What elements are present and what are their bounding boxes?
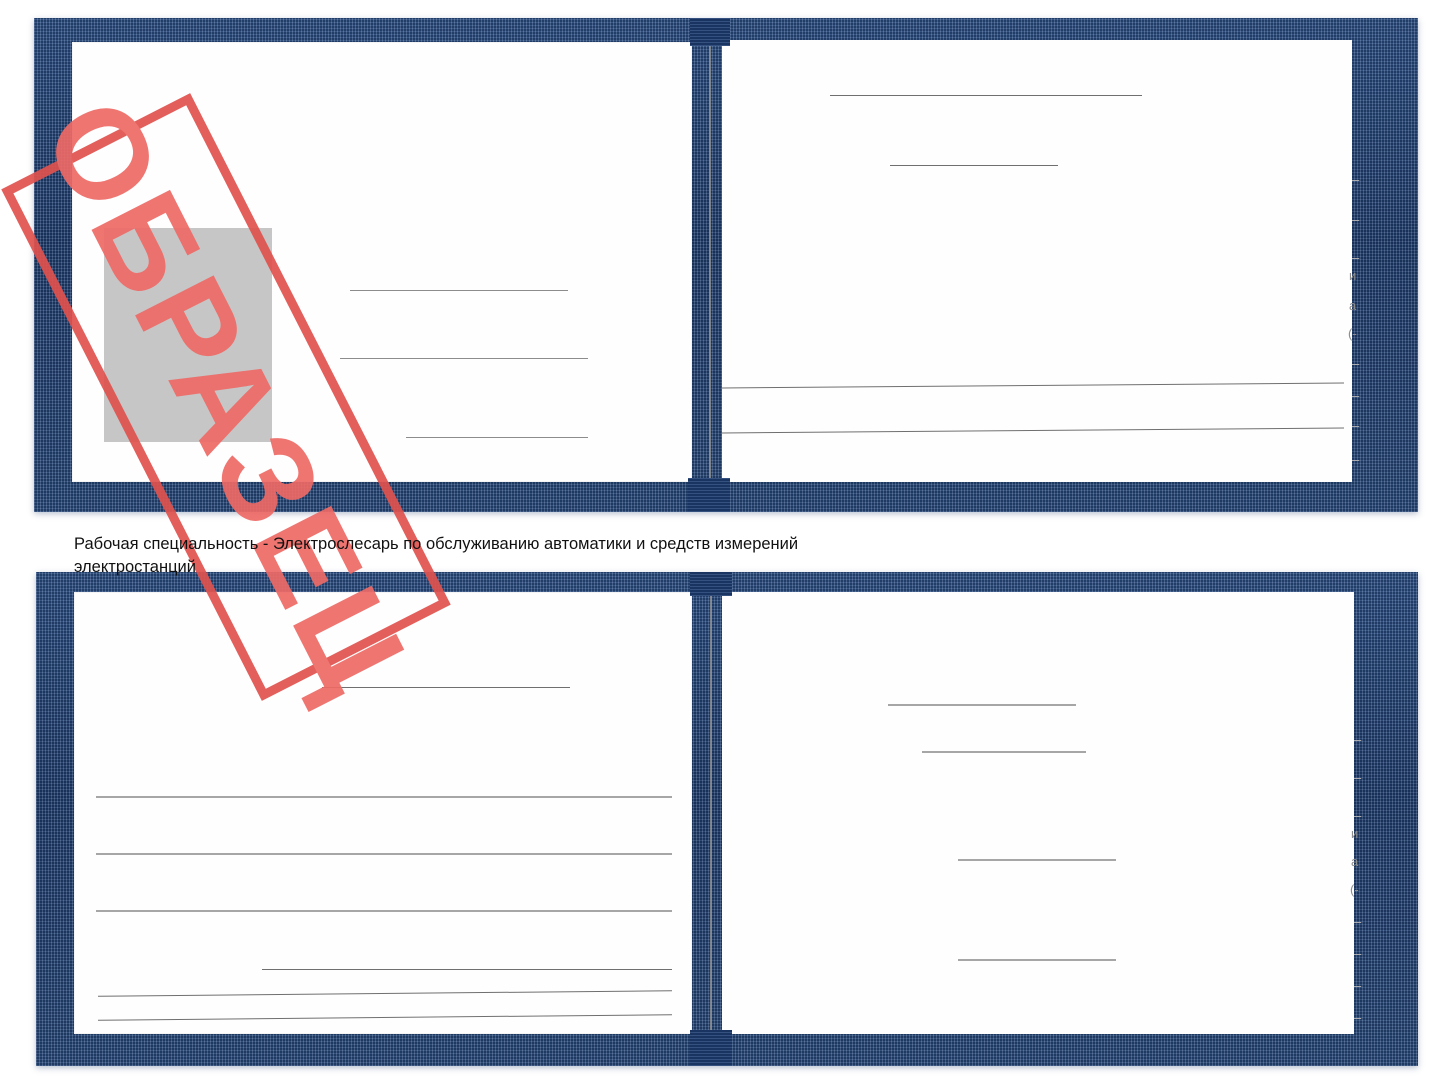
completion-date-rule (890, 165, 1058, 166)
certificate-top-right-page (722, 40, 1352, 482)
qualification-rule-3 (96, 910, 672, 912)
qualification-rule-2 (96, 853, 672, 855)
certificate-bottom-spine (710, 594, 712, 1034)
head-signature-rule (958, 959, 1116, 961)
edge-mark-bottom-5: а (1351, 854, 1359, 869)
certificate-bottom-left-page (74, 592, 692, 1034)
edge-mark-top-5: а (1349, 298, 1357, 313)
certificate-top-spine-band-bottom (688, 478, 730, 512)
certificate-bottom-spine-band-top (690, 572, 732, 596)
edge-mark-bottom-6: (- (1350, 882, 1359, 897)
edge-mark-top-3: – (1352, 250, 1360, 265)
edge-mark-top-9: – (1352, 418, 1360, 433)
edge-mark-top-10: – (1352, 452, 1360, 467)
edge-mark-bottom-2: – (1354, 770, 1362, 785)
photo-placeholder (104, 228, 272, 442)
qualification-rule-1 (96, 796, 672, 798)
edge-mark-bottom-10: – (1354, 1010, 1362, 1025)
protocol-number-rule (888, 704, 1076, 706)
edge-mark-bottom-9: – (1354, 978, 1362, 993)
decision-name-rule (322, 687, 570, 688)
issued-rule (406, 437, 588, 438)
certificate-blank-rule (340, 358, 588, 359)
certificate-bottom-right-page (722, 592, 1354, 1034)
edge-mark-top-2: – (1352, 212, 1360, 227)
edge-mark-bottom-7: – (1354, 914, 1362, 929)
certificate-number-rule (350, 290, 568, 291)
admitted-rule-1 (262, 969, 672, 970)
protocol-date-rule (922, 751, 1086, 753)
certificate-bottom-spine-band-bottom (690, 1030, 732, 1066)
caption-line-1: Рабочая специальность - Электрослесарь п… (74, 535, 799, 553)
certificate-top-spine-band-top (690, 18, 730, 46)
chairman-signature-rule (958, 859, 1116, 861)
edge-mark-top-8: – (1352, 388, 1360, 403)
edge-mark-top-7: – (1352, 356, 1360, 371)
edge-mark-top-1: – (1352, 172, 1360, 187)
edge-mark-bottom-3: – (1354, 808, 1362, 823)
edge-mark-top-6: (- (1348, 326, 1357, 341)
caption-line-2: электростанций (74, 558, 196, 576)
received-name-rule (830, 95, 1142, 96)
edge-mark-bottom-8: – (1354, 946, 1362, 961)
edge-mark-bottom-4: и (1351, 826, 1359, 841)
edge-mark-top-4: и (1349, 268, 1357, 283)
edge-mark-bottom-1: – (1354, 732, 1362, 747)
certificate-top-spine (709, 44, 711, 482)
